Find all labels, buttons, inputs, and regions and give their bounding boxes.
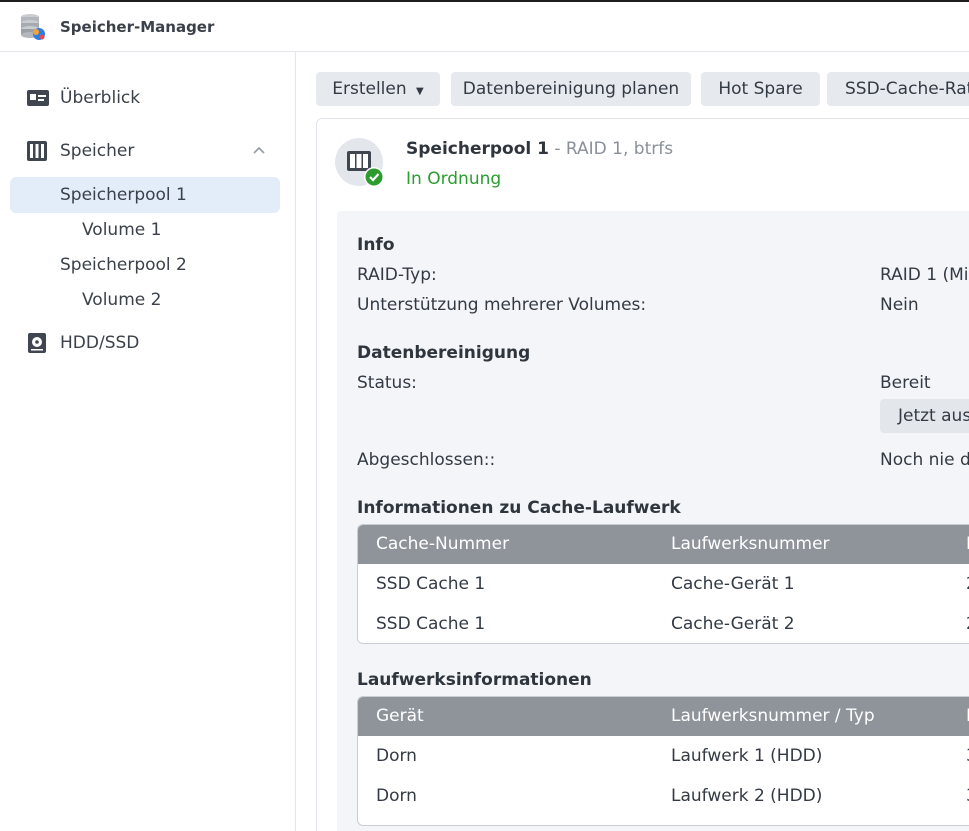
column-header[interactable]: Laufwerksnummer / Typ	[671, 697, 875, 736]
create-button[interactable]: Erstellen ▼	[316, 72, 440, 106]
sidebar-item-storage[interactable]: Speicher	[10, 133, 280, 169]
raid-type-label: RAID-Typ:	[357, 265, 437, 285]
storage-pool-card: Speicherpool 1 - RAID 1, btrfs In Ordnun…	[316, 118, 969, 831]
table-cell: SSD Cache 1	[376, 614, 486, 634]
info-section-title: Info	[357, 235, 395, 255]
scrub-status-value: Bereit	[880, 373, 931, 393]
table-cell: Laufwerk 1 (HDD)	[671, 746, 823, 766]
sidebar-item-label: Speicherpool 2	[60, 255, 187, 275]
cache-table: Cache-Nummer Laufwerksnummer L SSD Cache…	[357, 524, 969, 644]
table-row[interactable]: Dorn Laufwerk 1 (HDD) 3	[358, 736, 969, 776]
table-cell: Dorn	[376, 746, 417, 766]
cache-section-title: Informationen zu Cache-Laufwerk	[357, 498, 681, 518]
table-row[interactable]: SSD Cache 1 Cache-Gerät 2 2	[358, 604, 969, 643]
ssd-cache-advisor-button[interactable]: SSD-Cache-Rat	[827, 72, 969, 106]
table-cell: Cache-Gerät 1	[671, 574, 795, 594]
storage-manager-icon	[21, 14, 45, 40]
chevron-up-icon[interactable]	[252, 143, 266, 157]
sidebar-item-overview[interactable]: Überblick	[10, 80, 280, 116]
sidebar: Überblick Speicher Speicherpool 1 Volume…	[0, 52, 296, 831]
column-header[interactable]: Gerät	[376, 697, 424, 736]
hot-spare-button[interactable]: Hot Spare	[701, 72, 820, 106]
overview-card-icon	[27, 90, 49, 106]
pool-name: Speicherpool 1	[406, 139, 549, 159]
column-header[interactable]: Laufwerksnummer	[671, 525, 830, 564]
sidebar-item-label: Volume 2	[82, 290, 162, 310]
table-row[interactable]: SSD Cache 1 Cache-Gerät 1 2	[358, 564, 969, 604]
main-content: Erstellen ▼ Datenbereinigung planen Hot …	[296, 52, 969, 831]
sidebar-item-label: Überblick	[60, 88, 141, 108]
pool-status: In Ordnung	[406, 169, 502, 189]
caret-down-icon: ▼	[416, 86, 424, 97]
storage-columns-icon	[27, 141, 47, 161]
scrub-completed-value: Noch nie du	[880, 450, 969, 470]
table-cell: Cache-Gerät 2	[671, 614, 795, 634]
multi-volume-label: Unterstützung mehrerer Volumes:	[357, 295, 647, 315]
pool-details-panel: Info RAID-Typ: RAID 1 (Mi Unterstützung …	[337, 211, 969, 831]
sidebar-item-label: Speicher	[60, 141, 135, 161]
scrub-section-title: Datenbereinigung	[357, 343, 531, 363]
sidebar-item-volume-1[interactable]: Volume 1	[10, 212, 280, 248]
table-header: Cache-Nummer Laufwerksnummer L	[358, 525, 969, 564]
sidebar-item-label: Speicherpool 1	[60, 185, 187, 205]
scrub-status-label: Status:	[357, 373, 417, 393]
sidebar-item-storage-pool-1[interactable]: Speicherpool 1	[10, 177, 280, 213]
hdd-icon	[28, 333, 46, 353]
drives-section-title: Laufwerksinformationen	[357, 670, 592, 690]
run-scrub-now-button[interactable]: Jetzt aus	[880, 399, 969, 433]
app-title: Speicher-Manager	[60, 18, 215, 36]
table-cell: Dorn	[376, 786, 417, 806]
table-header: Gerät Laufwerksnummer / Typ L	[358, 697, 969, 736]
sidebar-item-hdd-ssd[interactable]: HDD/SSD	[10, 325, 280, 361]
pool-subtitle: - RAID 1, btrfs	[548, 139, 674, 159]
sidebar-item-label: HDD/SSD	[60, 333, 140, 353]
pool-title: Speicherpool 1 - RAID 1, btrfs	[406, 139, 673, 159]
sidebar-item-storage-pool-2[interactable]: Speicherpool 2	[10, 247, 280, 283]
sidebar-item-volume-2[interactable]: Volume 2	[10, 282, 280, 318]
drives-table: Gerät Laufwerksnummer / Typ L Dorn Laufw…	[357, 696, 969, 826]
sidebar-item-label: Volume 1	[82, 220, 162, 240]
schedule-scrub-button[interactable]: Datenbereinigung planen	[451, 72, 691, 106]
table-row[interactable]: Dorn Laufwerk 2 (HDD) 3	[358, 776, 969, 816]
table-cell: SSD Cache 1	[376, 574, 486, 594]
storage-pool-icon	[335, 138, 384, 187]
multi-volume-value: Nein	[880, 295, 919, 315]
raid-type-value: RAID 1 (Mi	[880, 265, 969, 285]
title-bar: Speicher-Manager	[0, 2, 969, 52]
column-header[interactable]: Cache-Nummer	[376, 525, 509, 564]
scrub-completed-label: Abgeschlossen::	[357, 450, 496, 470]
table-cell: Laufwerk 2 (HDD)	[671, 786, 823, 806]
